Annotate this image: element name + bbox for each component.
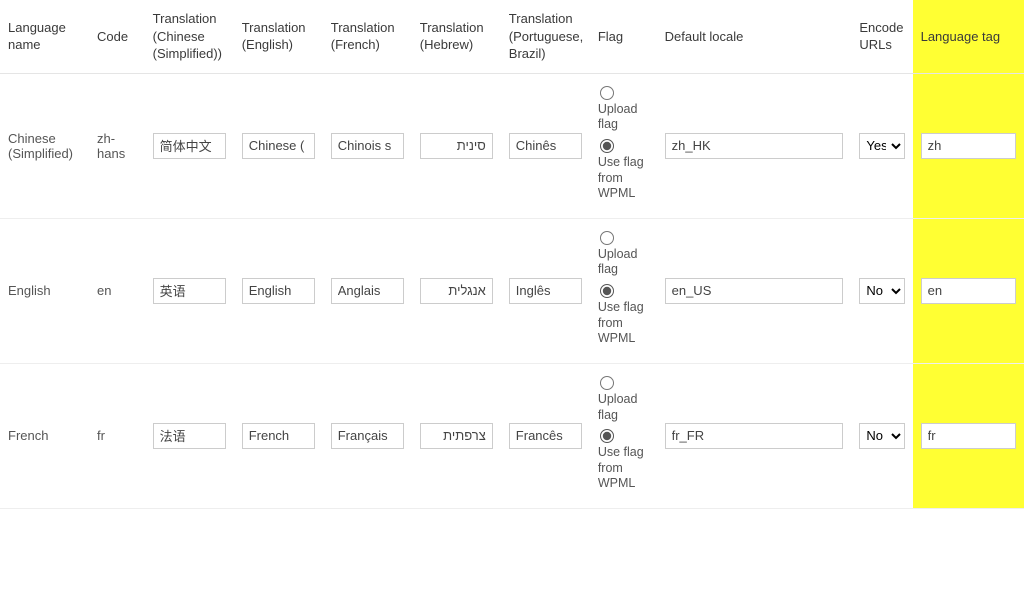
language-name-cell: Chinese (Simplified)	[0, 73, 89, 218]
default-locale-input[interactable]	[665, 278, 844, 304]
flag-upload-radio-label: Upload flag	[598, 247, 649, 278]
translation-en-input-cell	[234, 73, 323, 218]
header-encode-urls: Encode URLs	[851, 0, 912, 73]
flag-cell: Upload flag Use flag from WPML	[590, 363, 657, 508]
translation-en-input-cell	[234, 218, 323, 363]
flag-wpml-radio-label: Use flag from WPML	[598, 300, 649, 347]
flag-cell: Upload flag Use flag from WPML	[590, 73, 657, 218]
encode-urls-select[interactable]: YesNo	[859, 278, 904, 304]
flag-upload-radio-label: Upload flag	[598, 392, 649, 423]
language-tag-input[interactable]	[921, 133, 1016, 159]
language-tag-input[interactable]	[921, 423, 1016, 449]
code-cell: fr	[89, 363, 145, 508]
table-row: Chinese (Simplified)zh-hans Upload flag Us…	[0, 73, 1024, 218]
translation-fr-input-cell	[323, 218, 412, 363]
translation-he-input[interactable]	[420, 423, 493, 449]
header-trans-en: Translation (English)	[234, 0, 323, 73]
flag-wpml-radio[interactable]	[600, 139, 614, 153]
language-tag-cell	[913, 363, 1024, 508]
translation-zh-input-cell	[145, 73, 234, 218]
header-trans-he: Translation (Hebrew)	[412, 0, 501, 73]
encode-urls-select[interactable]: YesNo	[859, 423, 904, 449]
header-trans-fr: Translation (French)	[323, 0, 412, 73]
translation-fr-input-cell	[323, 73, 412, 218]
flag-cell: Upload flag Use flag from WPML	[590, 218, 657, 363]
translation-pt-input-cell	[501, 73, 590, 218]
default-locale-cell	[657, 363, 852, 508]
languages-table: Language name Code Translation (Chinese …	[0, 0, 1024, 509]
encode-urls-cell: YesNo	[851, 73, 912, 218]
language-name-cell: French	[0, 363, 89, 508]
translation-pt-input[interactable]	[509, 423, 582, 449]
translation-zh-input-cell	[145, 363, 234, 508]
translation-zh-input[interactable]	[153, 423, 226, 449]
translation-he-input[interactable]	[420, 278, 493, 304]
translation-en-input[interactable]	[242, 278, 315, 304]
translation-fr-input[interactable]	[331, 423, 404, 449]
translation-en-input[interactable]	[242, 423, 315, 449]
translation-en-input[interactable]	[242, 133, 315, 159]
code-cell: en	[89, 218, 145, 363]
translation-pt-input-cell	[501, 363, 590, 508]
translation-pt-input-cell	[501, 218, 590, 363]
header-code: Code	[89, 0, 145, 73]
header-trans-zh: Translation (Chinese (Simplified))	[145, 0, 234, 73]
translation-zh-input[interactable]	[153, 133, 226, 159]
translation-zh-input[interactable]	[153, 278, 226, 304]
translation-fr-input-cell	[323, 363, 412, 508]
translation-he-input-cell	[412, 363, 501, 508]
encode-urls-cell: YesNo	[851, 218, 912, 363]
header-default-locale: Default locale	[657, 0, 852, 73]
flag-upload-radio-label: Upload flag	[598, 102, 649, 133]
flag-wpml-radio-label: Use flag from WPML	[598, 445, 649, 492]
header-language-tag: Language tag	[913, 0, 1024, 73]
flag-wpml-radio[interactable]	[600, 284, 614, 298]
translation-fr-input[interactable]	[331, 278, 404, 304]
flag-wpml-radio[interactable]	[600, 429, 614, 443]
flag-upload-radio[interactable]	[600, 231, 614, 245]
default-locale-input[interactable]	[665, 423, 844, 449]
translation-he-input-cell	[412, 218, 501, 363]
header-flag: Flag	[590, 0, 657, 73]
header-trans-pt: Translation (Portuguese, Brazil)	[501, 0, 590, 73]
table-row: Englishen Upload flag Use flag from WPML Ye…	[0, 218, 1024, 363]
translation-pt-input[interactable]	[509, 278, 582, 304]
language-tag-cell	[913, 73, 1024, 218]
language-tag-cell	[913, 218, 1024, 363]
language-name-cell: English	[0, 218, 89, 363]
encode-urls-select[interactable]: YesNo	[859, 133, 904, 159]
default-locale-cell	[657, 218, 852, 363]
table-row: Frenchfr Upload flag Use flag from WPML Yes…	[0, 363, 1024, 508]
translation-zh-input-cell	[145, 218, 234, 363]
flag-upload-radio[interactable]	[600, 376, 614, 390]
flag-wpml-radio-label: Use flag from WPML	[598, 155, 649, 202]
encode-urls-cell: YesNo	[851, 363, 912, 508]
translation-fr-input[interactable]	[331, 133, 404, 159]
language-tag-input[interactable]	[921, 278, 1016, 304]
translation-pt-input[interactable]	[509, 133, 582, 159]
default-locale-input[interactable]	[665, 133, 844, 159]
header-language-name: Language name	[0, 0, 89, 73]
flag-upload-radio[interactable]	[600, 86, 614, 100]
translation-en-input-cell	[234, 363, 323, 508]
translation-he-input[interactable]	[420, 133, 493, 159]
default-locale-cell	[657, 73, 852, 218]
translation-he-input-cell	[412, 73, 501, 218]
code-cell: zh-hans	[89, 73, 145, 218]
